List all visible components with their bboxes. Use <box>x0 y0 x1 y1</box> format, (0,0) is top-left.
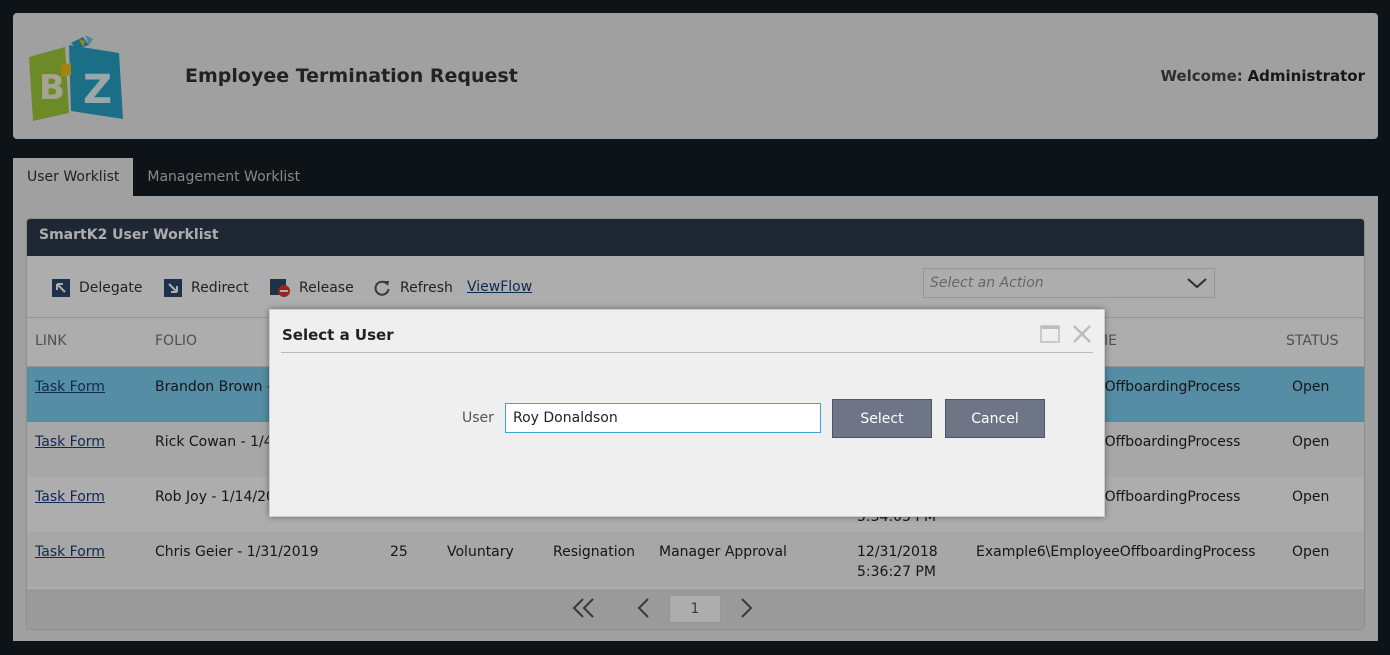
maximize-icon[interactable] <box>1040 324 1060 344</box>
user-field-label: User <box>462 410 494 426</box>
select-user-dialog: Select a User User Select Cancel <box>269 309 1105 517</box>
dialog-title: Select a User <box>282 326 394 344</box>
select-button[interactable]: Select <box>832 399 932 438</box>
close-icon[interactable] <box>1072 324 1092 344</box>
cancel-button[interactable]: Cancel <box>945 399 1045 438</box>
dialog-divider <box>281 352 1093 353</box>
user-input[interactable] <box>505 403 821 433</box>
